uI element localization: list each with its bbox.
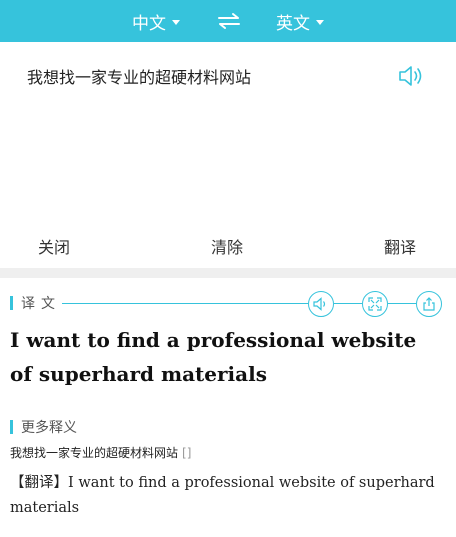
accent-bar	[10, 420, 13, 434]
caret-down-icon	[316, 19, 324, 25]
source-speaker-button[interactable]	[398, 65, 424, 87]
speaker-icon	[399, 66, 422, 86]
share-button[interactable]	[416, 291, 442, 317]
accent-bar	[10, 296, 13, 310]
translation-section-label: 译文	[21, 296, 61, 312]
more-source-text: 我想找一家专业的超硬材料网站	[10, 446, 179, 460]
more-translation-text: I want to find a professional website of…	[10, 475, 435, 516]
target-language-selector[interactable]: 英文	[276, 9, 324, 34]
close-button[interactable]: 关闭	[38, 234, 70, 258]
speaker-icon	[313, 297, 326, 311]
divider-line	[334, 303, 362, 304]
divider-line	[388, 303, 416, 304]
translation-speaker-button[interactable]	[308, 291, 334, 317]
source-language-label: 中文	[132, 13, 166, 34]
source-language-selector[interactable]: 中文	[132, 9, 180, 34]
translate-button[interactable]: 翻译	[384, 234, 416, 258]
source-text-area[interactable]: 我想找一家专业的超硬材料网站	[0, 42, 456, 224]
bracket-placeholder: []	[182, 446, 192, 460]
section-divider	[0, 268, 456, 278]
translation-tools	[62, 291, 446, 317]
source-text: 我想找一家专业的超硬材料网站	[27, 68, 252, 87]
fullscreen-icon	[368, 297, 382, 311]
divider-line	[62, 303, 308, 304]
more-definitions-header: 更多释义	[10, 417, 77, 437]
language-bar: 中文 英文	[0, 0, 456, 42]
target-language-label: 英文	[276, 13, 310, 34]
caret-down-icon	[172, 19, 180, 25]
action-bar: 关闭 清除 翻译	[0, 224, 456, 268]
more-definitions-source: 我想找一家专业的超硬材料网站[]	[10, 444, 191, 461]
translation-tag: 【翻译】	[10, 475, 68, 491]
translation-result: I want to find a professional website of…	[10, 328, 417, 386]
swap-arrows-icon	[218, 13, 240, 29]
fullscreen-button[interactable]	[362, 291, 388, 317]
swap-languages-button[interactable]	[216, 11, 242, 31]
more-definitions-translation: 【翻译】I want to find a professional websit…	[10, 471, 450, 521]
more-definitions-label: 更多释义	[21, 420, 77, 436]
share-icon	[423, 297, 435, 311]
translation-section-header: 译文	[10, 293, 61, 313]
clear-button[interactable]: 清除	[211, 234, 243, 258]
